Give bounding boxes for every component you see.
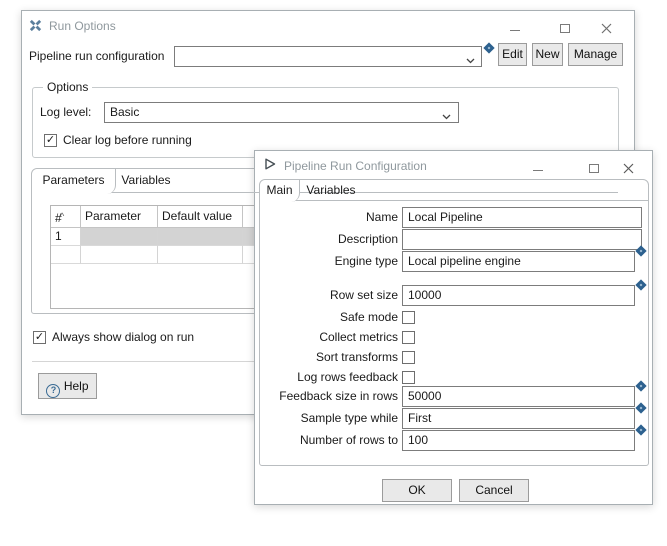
column-header-parameter[interactable]: Parameter: [81, 206, 158, 228]
tab-main[interactable]: Main: [260, 180, 300, 202]
pipeline-config-tabfolder: Main Variables Name Local Pipeline Descr…: [259, 179, 649, 466]
engine-type-label: Engine type: [260, 251, 398, 272]
column-header-default-value[interactable]: Default value: [158, 206, 243, 228]
tab-variables[interactable]: Variables: [116, 169, 176, 193]
chevron-down-icon: [442, 109, 612, 123]
variable-diamond-icon: [635, 380, 646, 391]
sample-type-label: Sample type while: [260, 408, 398, 429]
edit-button[interactable]: Edit: [498, 43, 527, 66]
manage-button[interactable]: Manage: [568, 43, 623, 66]
tab-variables[interactable]: Variables: [300, 180, 362, 201]
log-level-label: Log level:: [40, 102, 91, 123]
variable-diamond-icon: [635, 402, 646, 413]
sort-transforms-label: Sort transforms: [260, 347, 398, 368]
cancel-button[interactable]: Cancel: [459, 479, 529, 502]
options-group-title: Options: [43, 80, 92, 95]
collect-metrics-checkbox[interactable]: [402, 331, 415, 344]
minimize-icon[interactable]: [510, 30, 520, 31]
ok-button[interactable]: OK: [382, 479, 452, 502]
feedback-size-field[interactable]: 50000: [402, 386, 635, 407]
sort-transforms-checkbox[interactable]: [402, 351, 415, 364]
safe-mode-checkbox[interactable]: [402, 311, 415, 324]
pipeline-run-configuration-dialog: Pipeline Run Configuration Main Variable…: [254, 150, 653, 505]
column-header-num[interactable]: # ^: [51, 206, 81, 228]
tab-parameters[interactable]: Parameters: [32, 169, 116, 194]
log-rows-feedback-label: Log rows feedback: [260, 367, 398, 388]
description-label: Description: [260, 229, 398, 250]
help-button[interactable]: ? Help: [38, 373, 97, 399]
name-label: Name: [260, 207, 398, 228]
maximize-icon[interactable]: [560, 24, 570, 33]
log-rows-feedback-checkbox[interactable]: [402, 371, 415, 384]
variable-diamond-icon: [483, 42, 494, 53]
always-show-checkbox[interactable]: ✓: [33, 331, 46, 344]
run-options-titlebar[interactable]: Run Options: [22, 11, 634, 41]
pipeline-run-config-label: Pipeline run configuration: [29, 46, 164, 67]
check-icon: ✓: [45, 135, 56, 146]
close-icon[interactable]: [623, 163, 634, 177]
run-options-title: Run Options: [49, 19, 116, 33]
engine-type-combo[interactable]: Local pipeline engine: [402, 251, 635, 272]
number-of-rows-field[interactable]: 100: [402, 430, 635, 451]
variable-diamond-icon: [635, 424, 646, 435]
check-icon: ✓: [34, 332, 45, 343]
new-button[interactable]: New: [532, 43, 563, 66]
clear-log-checkbox[interactable]: ✓: [44, 134, 57, 147]
hop-app-icon: [29, 19, 42, 35]
number-of-rows-label: Number of rows to: [260, 430, 398, 451]
help-icon: ?: [46, 384, 60, 398]
sample-type-combo[interactable]: First: [402, 408, 635, 429]
options-group: Options Log level: Basic ✓ Clear log bef…: [32, 87, 619, 158]
variable-diamond-icon: [635, 279, 646, 290]
row-set-size-label: Row set size: [260, 285, 398, 306]
clear-log-label: Clear log before running: [63, 130, 192, 151]
always-show-label: Always show dialog on run: [52, 327, 194, 348]
safe-mode-label: Safe mode: [260, 307, 398, 328]
feedback-size-label: Feedback size in rows: [260, 386, 398, 407]
collect-metrics-label: Collect metrics: [260, 327, 398, 348]
row-set-size-field[interactable]: 10000: [402, 285, 635, 306]
log-level-combo[interactable]: Basic: [104, 102, 459, 123]
sort-asc-icon: ^: [60, 206, 64, 228]
name-field[interactable]: Local Pipeline: [402, 207, 642, 228]
close-icon[interactable]: [601, 23, 612, 37]
description-field[interactable]: [402, 229, 642, 250]
pipeline-run-config-combo[interactable]: [174, 46, 482, 67]
